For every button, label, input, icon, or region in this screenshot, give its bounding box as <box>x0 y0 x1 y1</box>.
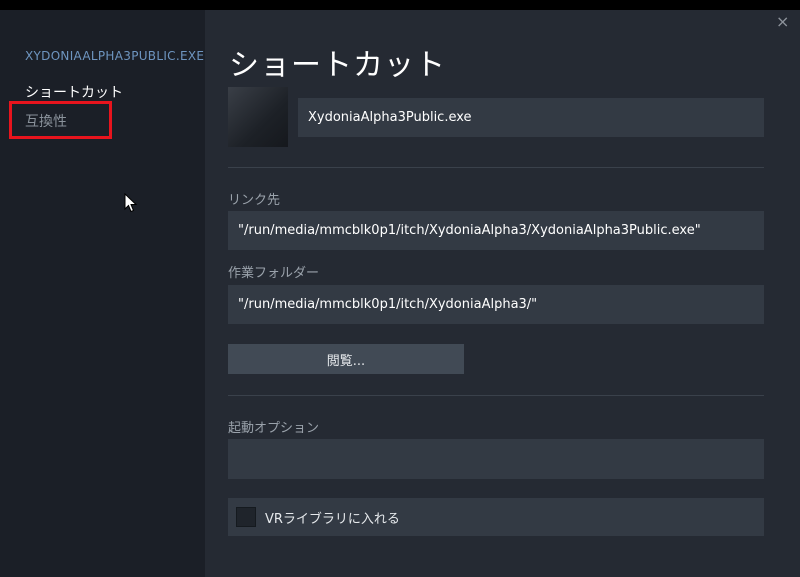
vr-library-label: VRライブラリに入れる <box>265 511 400 527</box>
sidebar-app-title: XYDONIAALPHA3PUBLIC.EXE <box>25 49 205 63</box>
highlight-annotation-box <box>9 101 112 139</box>
browse-button[interactable]: 閲覧... <box>228 344 464 374</box>
mouse-cursor-icon <box>124 193 138 213</box>
start-in-input[interactable]: "/run/media/mmcblk0p1/itch/XydoniaAlpha3… <box>228 285 764 324</box>
sidebar-item-shortcut[interactable]: ショートカット <box>25 82 123 102</box>
target-input[interactable]: "/run/media/mmcblk0p1/itch/XydoniaAlpha3… <box>228 211 764 250</box>
shortcut-name-input[interactable]: XydoniaAlpha3Public.exe <box>298 98 764 137</box>
divider <box>228 395 764 396</box>
vr-library-toggle-row[interactable]: VRライブラリに入れる <box>228 498 764 536</box>
start-in-label: 作業フォルダー <box>228 266 320 281</box>
launch-options-input[interactable] <box>228 439 764 479</box>
page-title: ショートカット <box>229 48 446 83</box>
launch-options-label: 起動オプション <box>228 421 320 436</box>
sidebar: XYDONIAALPHA3PUBLIC.EXE ショートカット 互換性 <box>0 10 205 577</box>
app-icon-thumbnail[interactable] <box>228 87 288 147</box>
properties-window: XYDONIAALPHA3PUBLIC.EXE ショートカット 互換性 × ショ… <box>0 10 800 577</box>
divider <box>228 167 764 168</box>
close-icon[interactable]: × <box>776 12 789 31</box>
vr-library-checkbox[interactable] <box>236 507 256 527</box>
target-label: リンク先 <box>228 193 281 208</box>
